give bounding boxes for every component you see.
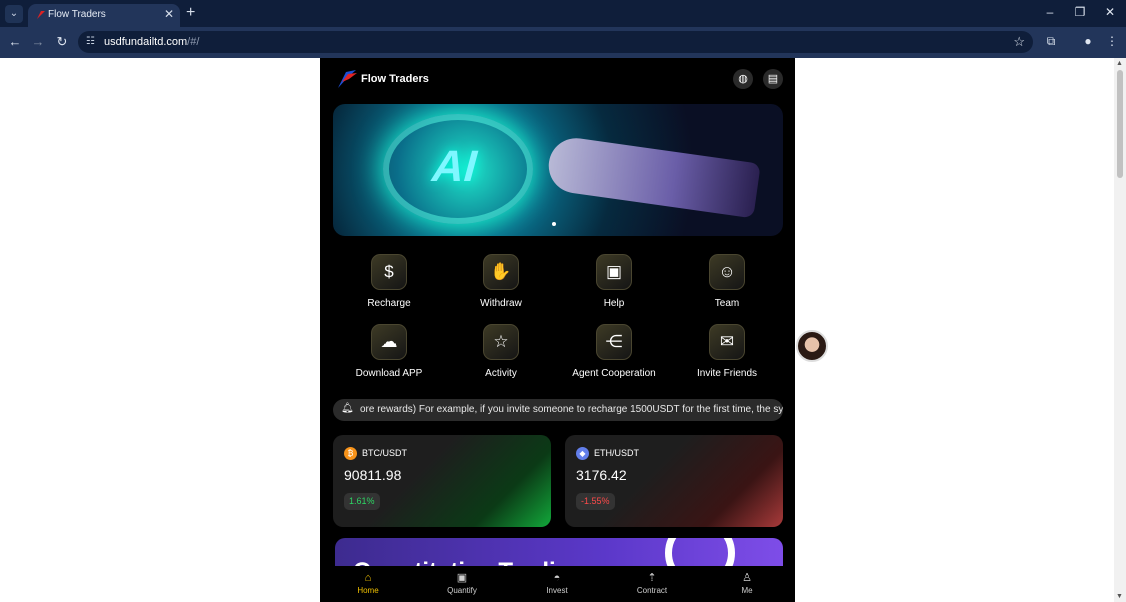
envelope-icon: ✉	[709, 324, 745, 360]
site-info-icon[interactable]: ☷	[86, 36, 95, 47]
notice-text: ore rewards) For example, if you invite …	[360, 404, 783, 415]
forward-icon[interactable]: →	[29, 34, 47, 49]
app-header: Flow Traders ◍ ▤	[320, 58, 795, 102]
users-icon: ☺	[709, 254, 745, 290]
tab-search-icon[interactable]: ⌄	[5, 5, 23, 23]
dollar-circle-icon: $	[371, 254, 407, 290]
browser-toolbar: ← → ↻ ☷ usdfundailtd.com/#/ ☆ ⧉ ● ⋮	[0, 27, 1126, 58]
brand-name: Flow Traders	[361, 73, 429, 85]
browser-tab-bar: ⌄ Flow Traders ✕ + – ❐ ✕	[0, 0, 1126, 27]
site-favicon-icon	[37, 11, 45, 19]
support-avatar[interactable]	[796, 330, 828, 362]
page-viewport: Flow Traders ◍ ▤ AI $ Recharge ✋ Withdra…	[0, 58, 1114, 602]
scroll-up-icon[interactable]: ▲	[1116, 60, 1123, 67]
bookmark-star-icon[interactable]: ☆	[1013, 34, 1025, 50]
minimize-icon[interactable]: –	[1040, 5, 1060, 19]
notice-marquee[interactable]: 🔔︎ ore rewards) For example, if you invi…	[333, 399, 783, 421]
ticker-card-btc[interactable]: ₿ BTC/USDT 90811.98 1.61%	[333, 435, 551, 527]
scroll-down-icon[interactable]: ▼	[1116, 593, 1123, 600]
book-icon: ▣	[596, 254, 632, 290]
cloud-download-icon: ☁	[371, 324, 407, 360]
url-text: usdfundailtd.com/#/	[104, 36, 200, 48]
robot-arm-graphic	[545, 134, 761, 219]
hand-coin-icon: ✋	[483, 254, 519, 290]
new-tab-icon[interactable]: +	[186, 4, 195, 22]
hero-banner[interactable]: AI	[333, 104, 783, 236]
ticker-pair: BTC/USDT	[362, 448, 407, 458]
menu-activity[interactable]: ☆ Activity	[445, 324, 557, 379]
flow-traders-logo	[338, 70, 357, 88]
bookmark-star-icon: ☆	[483, 324, 519, 360]
menu-team[interactable]: ☺ Team	[671, 254, 783, 309]
quantify-icon: ▣	[456, 572, 468, 584]
ticker-pair: ETH/USDT	[594, 448, 639, 458]
bottom-navigation: ⌂ Home ▣ Quantify ◓ Invest ⇡ Contract ♙ …	[320, 566, 795, 602]
window-close-icon[interactable]: ✕	[1100, 5, 1120, 19]
home-icon: ⌂	[364, 572, 372, 584]
menu-recharge[interactable]: $ Recharge	[333, 254, 445, 309]
extension-icon[interactable]: ⧉	[1042, 34, 1060, 49]
ethereum-icon: ◆	[576, 447, 589, 460]
page-scrollbar[interactable]: ▲ ▼	[1114, 58, 1126, 602]
invest-icon: ◓	[553, 572, 561, 584]
share-nodes-icon: ⋲	[596, 324, 632, 360]
ticker-change: -1.55%	[576, 493, 615, 510]
menu-agent-cooperation[interactable]: ⋲ Agent Cooperation	[558, 324, 670, 379]
bitcoin-icon: ₿	[344, 447, 357, 460]
menu-download-app[interactable]: ☁ Download APP	[333, 324, 445, 379]
nav-invest[interactable]: ◓ Invest	[527, 572, 587, 595]
browser-tab[interactable]: Flow Traders ✕	[28, 4, 180, 27]
menu-withdraw[interactable]: ✋ Withdraw	[445, 254, 557, 309]
reload-icon[interactable]: ↻	[53, 34, 71, 50]
restore-icon[interactable]: ❐	[1070, 5, 1090, 19]
ticker-price: 3176.42	[576, 467, 627, 483]
carousel-indicator[interactable]	[552, 222, 556, 226]
mobile-app-frame: Flow Traders ◍ ▤ AI $ Recharge ✋ Withdra…	[320, 58, 795, 602]
profile-icon[interactable]: ●	[1079, 34, 1097, 48]
scroll-thumb[interactable]	[1117, 70, 1123, 178]
address-bar[interactable]: ☷ usdfundailtd.com/#/ ☆	[78, 31, 1033, 53]
nav-quantify[interactable]: ▣ Quantify	[432, 572, 492, 595]
back-icon[interactable]: ←	[6, 34, 24, 49]
menu-help[interactable]: ▣ Help	[558, 254, 670, 309]
tab-title: Flow Traders	[48, 9, 106, 20]
globe-icon[interactable]: ◍	[733, 69, 753, 89]
nav-home[interactable]: ⌂ Home	[338, 572, 398, 595]
user-icon: ♙	[742, 572, 752, 584]
tab-close-icon[interactable]: ✕	[164, 7, 174, 21]
contract-icon: ⇡	[647, 572, 657, 584]
nav-contract[interactable]: ⇡ Contract	[622, 572, 682, 595]
ticker-change: 1.61%	[344, 493, 380, 510]
ticker-card-eth[interactable]: ◆ ETH/USDT 3176.42 -1.55%	[565, 435, 783, 527]
nav-me[interactable]: ♙ Me	[717, 572, 777, 595]
ticker-price: 90811.98	[344, 467, 402, 483]
chat-icon[interactable]: ▤	[763, 69, 783, 89]
menu-invite-friends[interactable]: ✉ Invite Friends	[671, 324, 783, 379]
browser-menu-icon[interactable]: ⋮	[1103, 34, 1121, 48]
bell-icon: 🔔︎	[341, 403, 354, 414]
